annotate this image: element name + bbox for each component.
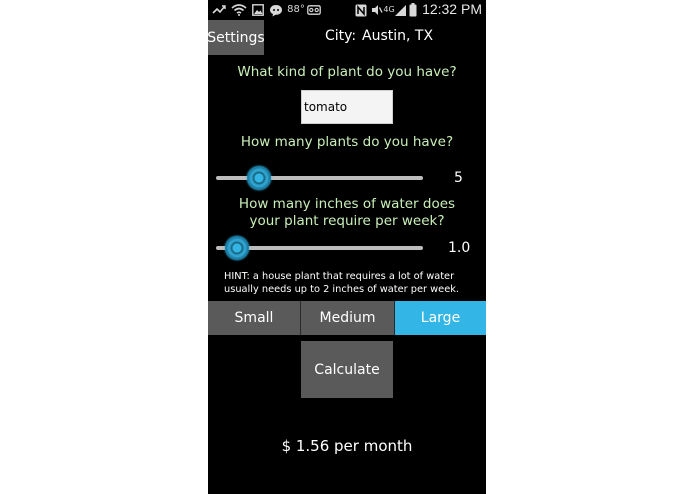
4g-icon: 4G — [383, 5, 395, 14]
plant-count-question: How many plants do you have? — [240, 134, 454, 150]
plant-type-question: What kind of plant do you have? — [237, 64, 457, 80]
size-large-button[interactable]: Large — [394, 301, 486, 335]
size-small-button[interactable]: Small — [208, 301, 300, 335]
plant-count-value: 5 — [454, 170, 463, 186]
plant-count-slider[interactable] — [216, 165, 423, 191]
city-value: Austin, TX — [362, 28, 434, 44]
missed-call-icon — [212, 3, 226, 17]
image-icon — [252, 3, 264, 17]
hint-text: HINT: a house plant that requires a lot … — [224, 271, 460, 295]
city-label: City: — [325, 28, 357, 44]
temperature-icon: 88° — [287, 4, 305, 15]
wifi-icon — [231, 3, 247, 17]
slider-thumb[interactable] — [247, 166, 272, 190]
water-slider[interactable] — [216, 235, 423, 261]
voicemail-icon — [307, 3, 321, 17]
slider-thumb[interactable] — [224, 236, 249, 260]
nfc-icon — [355, 3, 367, 17]
status-time: 12:32 PM — [422, 1, 482, 17]
battery-icon — [409, 3, 417, 17]
status-bar: 88° 4G 12:32 PM — [208, 0, 486, 20]
plant-type-input[interactable] — [301, 90, 393, 124]
app-screen: 88° 4G 12:32 PM Settings City: Austin, T… — [208, 0, 486, 494]
size-selector: Small Medium Large — [208, 301, 486, 335]
size-medium-button[interactable]: Medium — [300, 301, 394, 335]
mute-icon — [371, 3, 383, 17]
water-value: 1.0 — [448, 240, 471, 256]
water-question-line2: your plant require per week? — [249, 213, 445, 229]
signal-icon — [395, 3, 407, 17]
calculate-button[interactable]: Calculate — [301, 341, 393, 398]
result-text: $ 1.56 per month — [281, 437, 413, 455]
settings-button[interactable]: Settings — [208, 20, 265, 55]
chat-icon — [269, 3, 283, 17]
water-question-line1: How many inches of water does — [238, 196, 456, 212]
